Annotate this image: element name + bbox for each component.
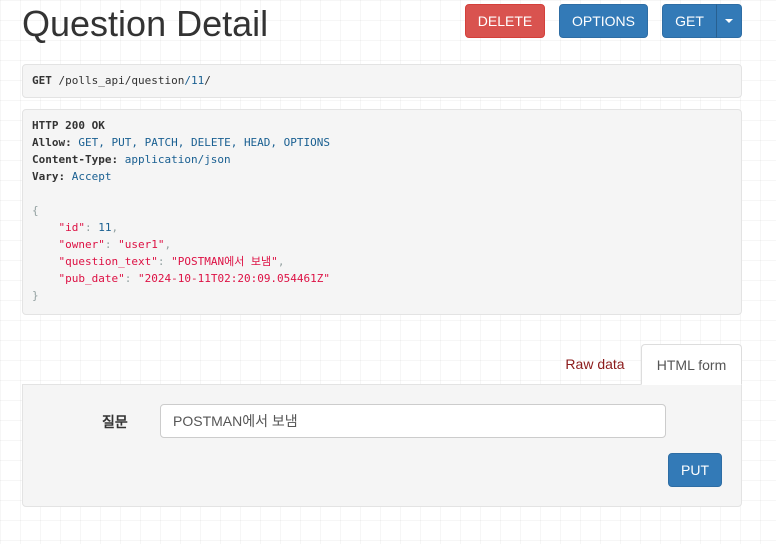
json-open-brace: { [32, 202, 39, 219]
put-button[interactable]: PUT [668, 453, 722, 487]
json-field: "question_text": "POSTMAN에서 보냄", [58, 255, 285, 268]
json-comma: , [111, 221, 119, 234]
html-form-panel [22, 384, 742, 507]
json-field: "owner": "user1", [58, 238, 172, 251]
header-line: Allow: GET, PUT, PATCH, DELETE, HEAD, OP… [32, 134, 330, 151]
request-method: GET [32, 74, 52, 87]
json-value: "POSTMAN에서 보냄" [171, 255, 278, 268]
header-name: Content-Type: [32, 153, 119, 166]
tab-raw-data[interactable]: Raw data [556, 344, 634, 384]
status-line: HTTP 200 OK [32, 117, 105, 134]
json-field: "pub_date": "2024-10-11T02:20:09.054461Z… [58, 272, 331, 285]
response-info: HTTP 200 OK Allow: GET, PUT, PATCH, DELE… [22, 109, 742, 315]
request-info: GET /polls_api/question/11/ [22, 64, 742, 98]
brace: { [32, 204, 39, 217]
get-button[interactable]: GET [662, 4, 717, 38]
request-path-segment: /question [124, 74, 185, 87]
json-field: "id": 11, [58, 221, 119, 234]
header-name: Allow: [32, 136, 72, 149]
header-line: Content-Type: application/json [32, 151, 231, 168]
page-title: Question Detail [22, 3, 269, 44]
delete-button[interactable]: DELETE [465, 4, 545, 38]
json-value: "user1" [118, 238, 165, 251]
json-comma: , [164, 238, 172, 251]
json-key: "id" [58, 221, 86, 234]
caret-down-icon [725, 19, 733, 23]
request-path-segment: /polls_api [58, 74, 125, 87]
json-comma: , [277, 255, 285, 268]
get-format-dropdown-button[interactable] [716, 4, 742, 38]
json-value: 11 [98, 221, 112, 234]
tab-html-form[interactable]: HTML form [641, 344, 742, 385]
brace: } [32, 289, 39, 302]
json-key: "pub_date" [58, 272, 125, 285]
options-button[interactable]: OPTIONS [559, 4, 648, 38]
json-close-brace: } [32, 287, 39, 304]
json-value: "2024-10-11T02:20:09.054461Z" [137, 272, 331, 285]
header-name: Vary: [32, 170, 66, 183]
request-line: GET /polls_api/question/11/ [32, 72, 211, 89]
json-key: "question_text" [58, 255, 158, 268]
request-path-segment: / [204, 74, 211, 87]
header-value: GET, PUT, PATCH, DELETE, HEAD, OPTIONS [78, 136, 331, 149]
status-text: HTTP 200 OK [32, 119, 105, 132]
header-value: application/json [124, 153, 231, 166]
json-key: "owner" [58, 238, 105, 251]
question-text-input[interactable]: POSTMAN에서 보냄 [160, 404, 666, 438]
request-path-id: /11 [184, 74, 205, 87]
header-value: Accept [71, 170, 112, 183]
header-line: Vary: Accept [32, 168, 112, 185]
question-field-label: 질문 [102, 414, 128, 430]
